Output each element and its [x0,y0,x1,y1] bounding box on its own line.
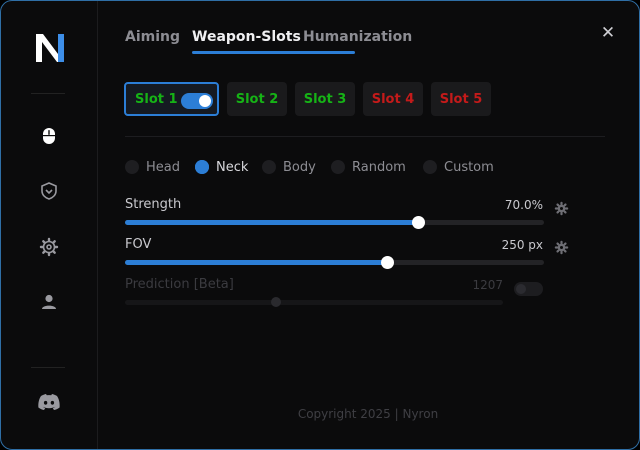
slot-label: Slot 5 [439,91,483,107]
sidebar [1,1,98,449]
radio-label: Custom [444,159,494,175]
radio-label: Head [146,159,180,175]
prediction-label: Prediction [Beta] [125,277,234,292]
strength-slider[interactable] [125,216,544,229]
slider-thumb[interactable] [380,256,394,269]
fov-label: FOV [125,237,152,252]
slider-thumb[interactable] [412,216,426,229]
prediction-value: 1207 [472,278,503,292]
slot-1-button[interactable]: Slot 1 [124,82,219,116]
radio-dot [195,160,209,174]
close-icon[interactable]: ✕ [600,25,616,42]
fov-slider[interactable] [125,256,544,269]
sidebar-item-settings[interactable] [39,237,59,257]
slot-1-toggle[interactable] [181,93,213,109]
slider-fill [125,260,387,265]
slot-label: Slot 4 [371,91,415,107]
app-window: Aiming Weapon-Slots Humanization ✕ Slot … [0,0,640,450]
shield-icon [41,182,57,200]
discord-link[interactable] [37,392,61,412]
gear-icon [39,237,59,257]
strength-label: Strength [125,197,182,212]
section-divider [125,136,605,137]
slider-thumb[interactable] [271,297,282,307]
sidebar-item-aim[interactable] [39,126,59,146]
copyright-text: Copyright 2025 | Nyron [297,407,439,421]
slot-3-button[interactable]: Slot 3 [295,82,355,116]
fov-value: 250 px [501,238,543,252]
fov-settings-button[interactable] [554,240,569,255]
radio-dot [125,160,139,174]
radio-dot [262,160,276,174]
slot-label: Slot 1 [135,91,178,107]
radio-dot [331,160,345,174]
radio-label: Random [352,159,406,175]
strength-value: 70.0% [504,198,543,212]
toggle-knob [199,95,211,107]
target-radio-random[interactable]: Random [331,159,406,175]
active-tab-indicator [192,51,355,54]
discord-icon [38,394,60,410]
slot-label: Slot 2 [235,91,279,107]
radio-label: Body [283,159,316,175]
mouse-icon [43,128,55,144]
slot-2-button[interactable]: Slot 2 [227,82,287,116]
gear-icon [554,201,569,216]
target-radio-body[interactable]: Body [262,159,316,175]
sidebar-item-security[interactable] [39,181,59,201]
target-radio-head[interactable]: Head [125,159,180,175]
slot-5-button[interactable]: Slot 5 [431,82,491,116]
slot-4-button[interactable]: Slot 4 [363,82,423,116]
logo [34,32,66,64]
tab-weapon-slots[interactable]: Weapon-Slots [192,29,301,45]
radio-dot [423,160,437,174]
sidebar-divider [31,93,65,94]
target-radio-neck[interactable]: Neck [195,159,248,175]
sidebar-item-account[interactable] [39,292,59,312]
prediction-slider[interactable] [125,297,503,307]
gear-icon [554,240,569,255]
radio-label: Neck [216,159,249,175]
toggle-knob [516,284,526,294]
tab-humanization[interactable]: Humanization [303,29,412,45]
tab-aiming[interactable]: Aiming [125,29,180,45]
sidebar-divider [31,367,65,368]
prediction-toggle[interactable] [514,282,543,296]
slot-label: Slot 3 [303,91,347,107]
target-radio-custom[interactable]: Custom [423,159,494,175]
user-icon [42,294,56,309]
strength-settings-button[interactable] [554,201,569,216]
slider-fill [125,220,419,225]
